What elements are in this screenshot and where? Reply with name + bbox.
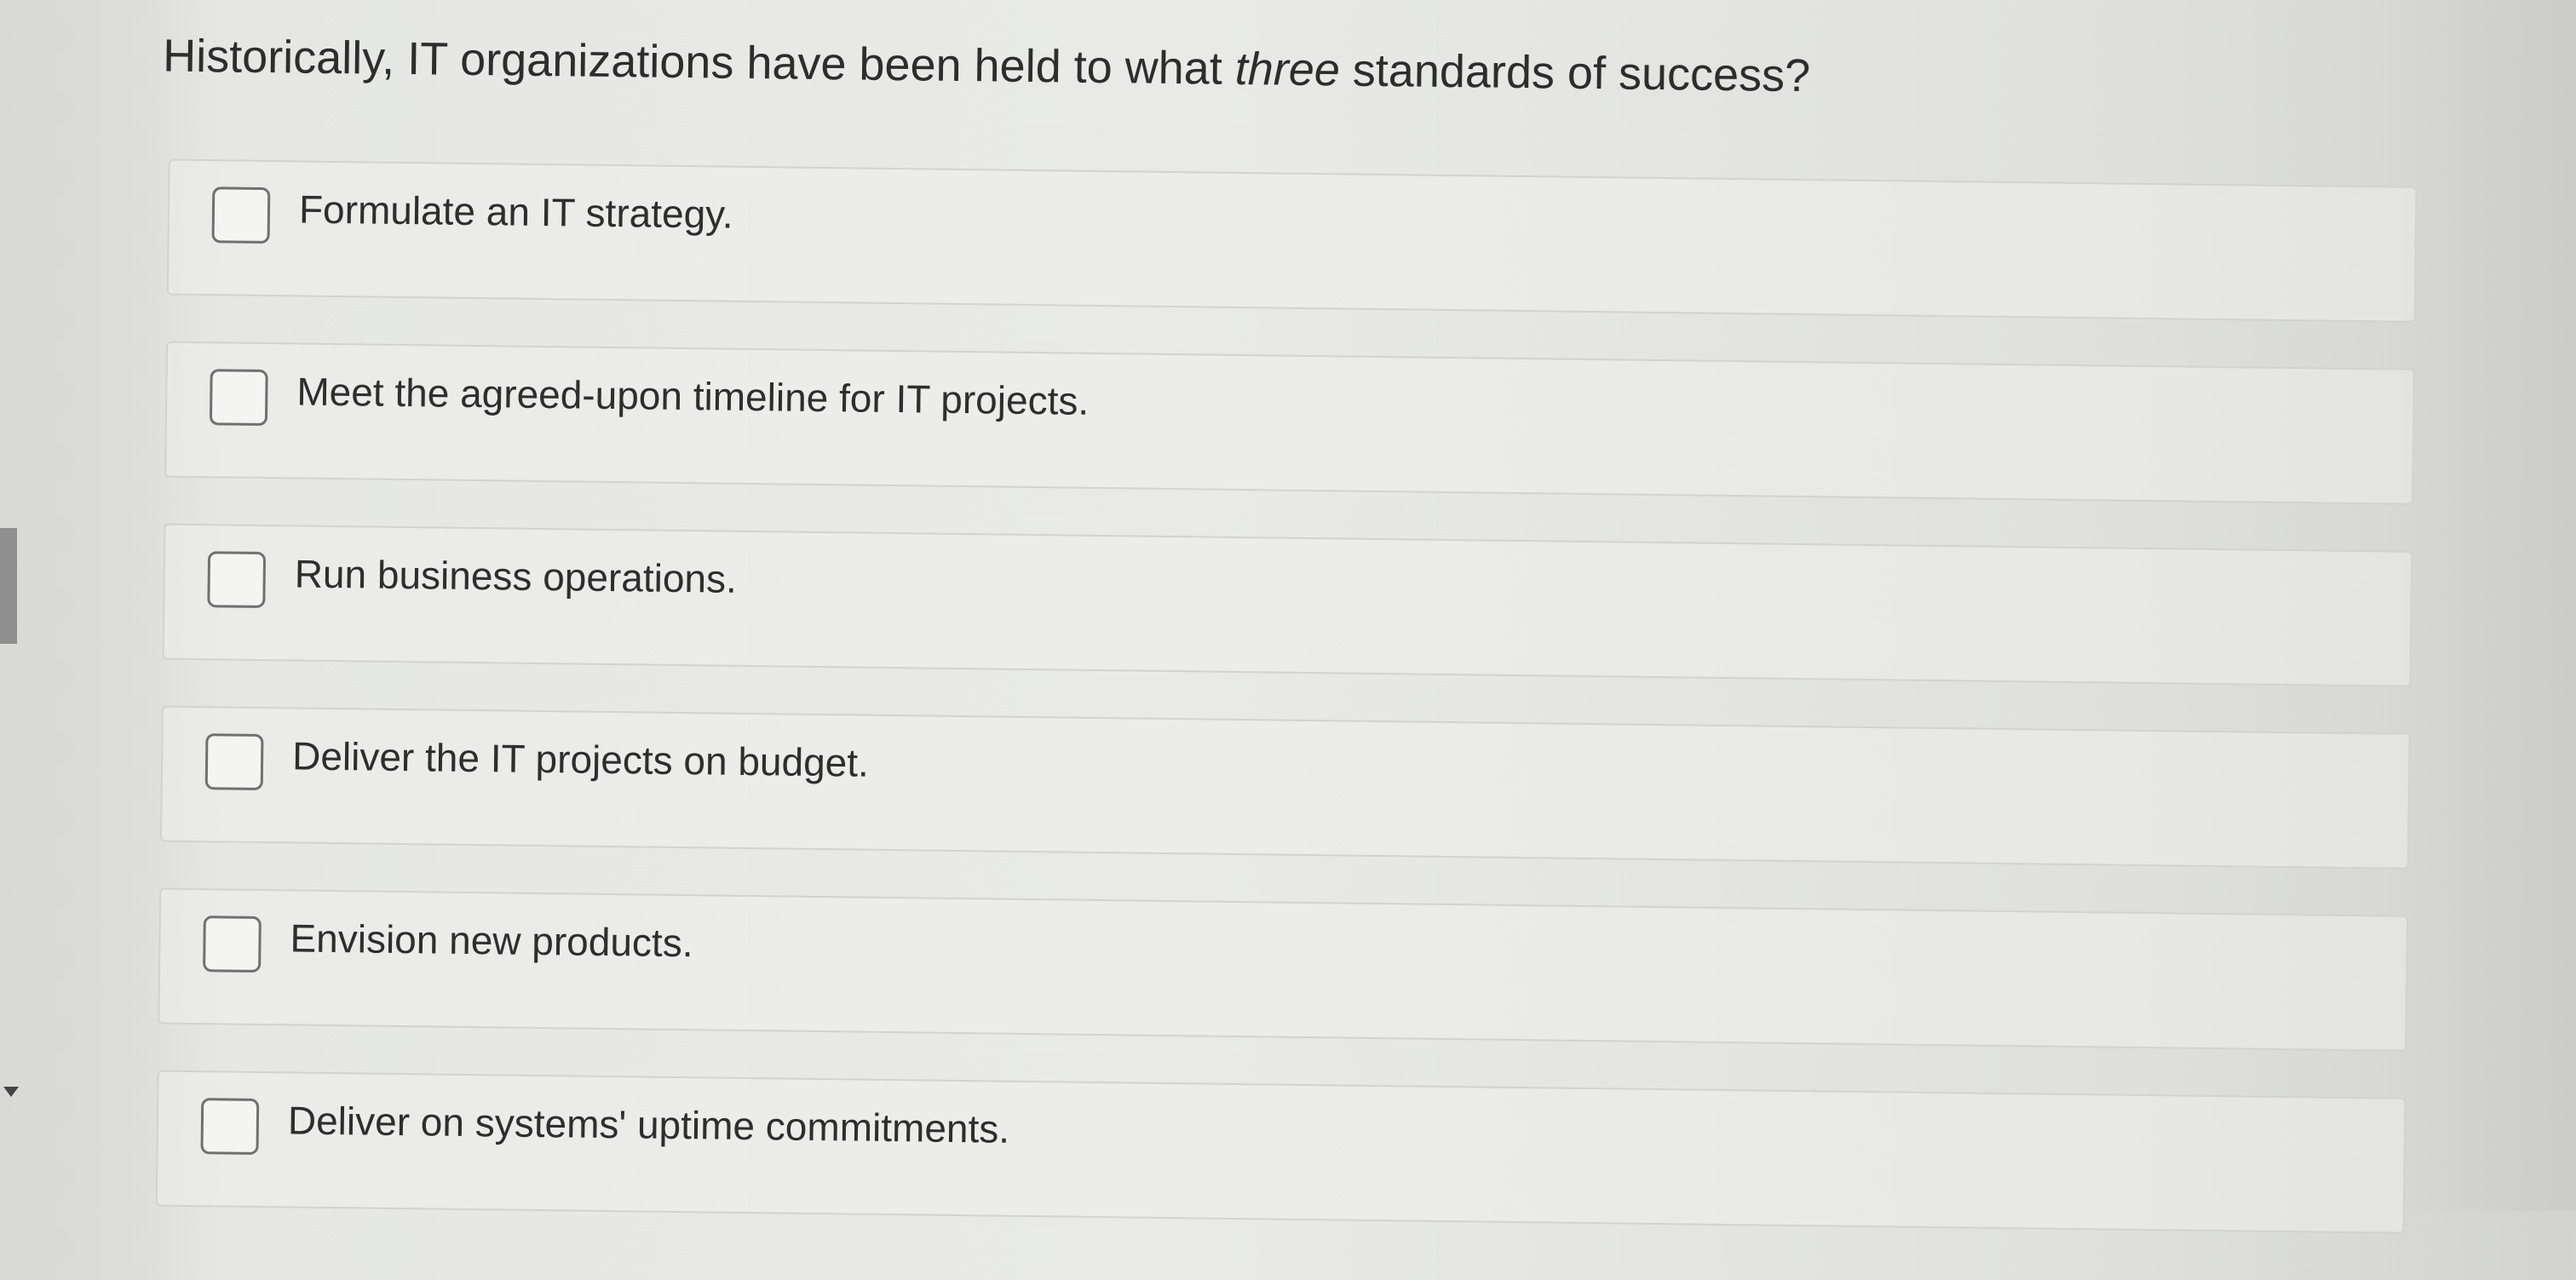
answer-option[interactable]: Deliver the IT projects on budget.: [159, 705, 2411, 870]
answer-option-label: Envision new products.: [290, 916, 693, 966]
answer-option-label: Deliver on systems' uptime commitments.: [287, 1098, 1010, 1151]
question-text-before: Historically, IT organizations have been…: [162, 30, 1236, 95]
empty-checkbox-icon[interactable]: [207, 551, 267, 609]
answer-option[interactable]: Deliver on systems' uptime commitments.: [155, 1070, 2406, 1234]
empty-checkbox-icon[interactable]: [200, 1098, 260, 1155]
empty-checkbox-icon[interactable]: [211, 187, 271, 244]
question-text: Historically, IT organizations have been…: [163, 30, 1811, 103]
answer-option-label: Meet the agreed-upon timeline for IT pro…: [296, 369, 1090, 423]
empty-checkbox-icon[interactable]: [203, 916, 262, 973]
empty-checkbox-icon[interactable]: [209, 369, 268, 427]
left-edge-scroll-tab[interactable]: [0, 528, 17, 644]
answer-option[interactable]: Meet the agreed-upon timeline for IT pro…: [164, 341, 2415, 505]
question-emphasis: three: [1234, 43, 1341, 96]
question-panel: Historically, IT organizations have been…: [113, 0, 2462, 1239]
answer-option[interactable]: Formulate an IT strategy.: [166, 158, 2418, 323]
answer-option-label: Deliver the IT projects on budget.: [291, 733, 870, 785]
answer-option-label: Formulate an IT strategy.: [298, 187, 733, 237]
caret-down-icon[interactable]: [3, 1087, 19, 1097]
answer-options: Formulate an IT strategy. Meet the agree…: [155, 158, 2418, 1280]
answer-option-label: Run business operations.: [294, 551, 738, 601]
question-text-after: standards of success?: [1339, 44, 1811, 102]
answer-option[interactable]: Run business operations.: [162, 523, 2413, 687]
answer-option[interactable]: Envision new products.: [158, 887, 2409, 1052]
empty-checkbox-icon[interactable]: [204, 733, 264, 791]
